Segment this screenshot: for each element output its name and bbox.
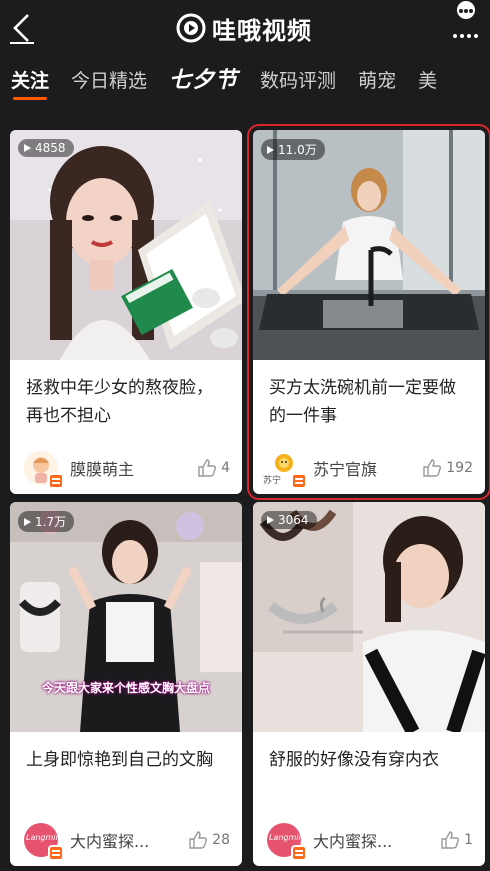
author-name[interactable]: 大内蜜探...	[313, 828, 440, 852]
author-name[interactable]: 大内蜜探...	[70, 828, 188, 852]
video-thumbnail[interactable]: 11.0万	[253, 130, 485, 360]
tab-digital-reviews[interactable]: 数码评测	[249, 58, 347, 108]
creator-badge-icon	[48, 473, 64, 489]
tab-pets[interactable]: 萌宠	[347, 58, 407, 108]
back-button[interactable]	[6, 10, 40, 44]
card-meta: Langmin 大内蜜探... 1	[253, 814, 485, 866]
author-avatar[interactable]: Langmin	[24, 823, 64, 861]
play-icon	[267, 145, 274, 154]
dishwasher-demo-thumbnail-image	[253, 130, 485, 360]
like-count: 1	[464, 832, 473, 848]
avatar-brand-text: Langmin	[26, 833, 61, 842]
author-name[interactable]: 膜膜萌主	[70, 456, 197, 480]
author-avatar[interactable]: Langmin	[267, 823, 307, 861]
video-thumbnail[interactable]: 今天跟大家来个性感文胸大盘点 1.7万	[10, 502, 242, 732]
video-thumbnail[interactable]: 4858	[10, 130, 242, 360]
play-icon	[24, 144, 31, 152]
play-icon	[267, 516, 274, 524]
view-count-badge: 4858	[18, 139, 74, 157]
lingerie-store-thumbnail-image	[10, 502, 242, 732]
video-title[interactable]: 上身即惊艳到自己的文胸	[10, 732, 242, 814]
card-meta: Langmin 大内蜜探... 28	[10, 814, 242, 866]
woman-skincare-thumbnail-image	[10, 130, 242, 360]
top-bar: 哇哦视频	[0, 0, 490, 58]
video-title[interactable]: 舒服的好像没有穿内衣	[253, 732, 485, 814]
avatar-brand-text: Langmin	[269, 833, 304, 842]
author-name[interactable]: 苏宁官旗	[313, 456, 422, 480]
view-count: 1.7万	[35, 515, 67, 529]
like-count: 28	[212, 832, 230, 848]
more-menu-button[interactable]	[448, 0, 484, 44]
like-button[interactable]: 4	[197, 458, 230, 478]
thumbs-up-icon	[423, 459, 442, 477]
view-count-badge: 1.7万	[18, 511, 75, 532]
view-count: 4858	[35, 141, 66, 155]
video-title[interactable]: 拯救中年少女的熬夜脸，再也不担心	[10, 360, 242, 442]
play-icon	[24, 517, 31, 526]
like-count: 192	[446, 460, 473, 476]
author-avatar[interactable]	[24, 451, 64, 489]
app-logo: 哇哦视频	[176, 10, 312, 46]
thumbs-up-icon	[189, 831, 208, 849]
thumbs-up-icon	[441, 831, 460, 849]
creator-badge-icon	[291, 845, 307, 861]
thumbs-up-icon	[198, 459, 217, 477]
creator-badge-icon	[291, 473, 307, 489]
video-card-selected[interactable]: 11.0万 买方太洗碗机前一定要做的一件事 苏宁 苏宁官旗 192	[247, 124, 490, 500]
video-caption: 今天跟大家来个性感文胸大盘点	[41, 681, 210, 695]
creator-badge-icon	[48, 845, 64, 861]
tab-following[interactable]: 关注	[0, 58, 60, 108]
author-avatar[interactable]: 苏宁	[263, 451, 307, 489]
tab-qixi-festival[interactable]: 七夕节	[158, 58, 249, 108]
view-count: 11.0万	[278, 143, 317, 157]
video-card[interactable]: 4858 拯救中年少女的熬夜脸，再也不担心 膜膜萌主 4	[10, 130, 242, 494]
like-button[interactable]: 28	[188, 830, 230, 850]
category-tabs: 关注 今日精选 七夕节 数码评测 萌宠 美	[0, 58, 490, 108]
view-count-badge: 3064	[261, 511, 317, 529]
tab-today-picks[interactable]: 今日精选	[60, 58, 158, 108]
avatar-brand-text: 苏宁	[263, 476, 282, 486]
app-title: 哇哦视频	[212, 16, 312, 45]
video-card[interactable]: 今天跟大家来个性感文胸大盘点 1.7万 上身即惊艳到自己的文胸 Langmin …	[10, 502, 242, 866]
play-logo-icon	[176, 13, 206, 43]
lingerie-try-on-thumbnail-image	[253, 502, 485, 732]
view-count-badge: 11.0万	[261, 139, 325, 160]
back-arrow-icon	[10, 14, 34, 44]
like-count: 4	[221, 460, 230, 476]
like-button[interactable]: 1	[440, 830, 473, 850]
view-count: 3064	[278, 513, 309, 527]
more-dots-icon	[453, 1, 478, 38]
card-meta: 膜膜萌主 4	[10, 442, 242, 494]
video-thumbnail[interactable]: 3064	[253, 502, 485, 732]
like-button[interactable]: 192	[422, 458, 473, 478]
video-card[interactable]: 3064 舒服的好像没有穿内衣 Langmin 大内蜜探... 1	[253, 502, 485, 866]
video-title[interactable]: 买方太洗碗机前一定要做的一件事	[253, 360, 485, 442]
card-meta: 苏宁 苏宁官旗 192	[253, 442, 485, 494]
tab-beauty[interactable]: 美	[407, 58, 448, 108]
